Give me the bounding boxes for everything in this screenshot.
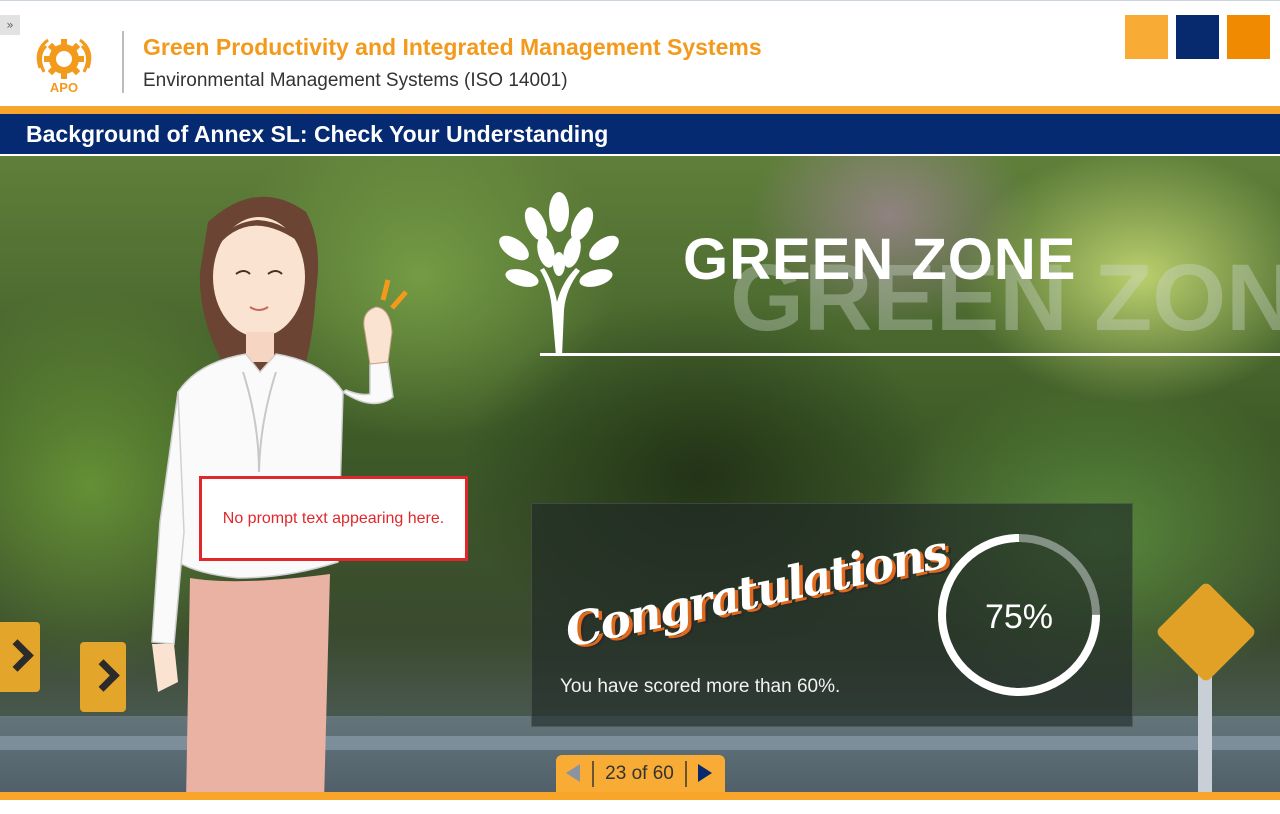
pager-divider <box>685 761 687 787</box>
course-title: Green Productivity and Integrated Manage… <box>143 34 762 60</box>
chevron-sign-icon <box>80 642 126 712</box>
prev-arrow-icon[interactable] <box>566 764 580 782</box>
header-divider <box>122 31 124 93</box>
congratulations-banner: Congratulations <box>560 524 952 658</box>
next-arrow-icon[interactable] <box>698 764 712 782</box>
apo-logo: APO <box>36 38 92 95</box>
color-button-orange[interactable] <box>1227 15 1270 59</box>
prompt-text: No prompt text appearing here. <box>222 509 445 527</box>
logo-text: APO <box>50 80 78 95</box>
zone-title: GREEN ZONE <box>683 227 1077 292</box>
expand-sidebar-toggle[interactable]: » <box>0 15 20 35</box>
score-percentage: 75% <box>984 598 1054 636</box>
chevron-sign-icon <box>0 622 40 692</box>
zone-title-underline <box>540 353 1280 356</box>
slide-pager: 23 of 60 <box>556 755 725 793</box>
course-subtitle: Environmental Management Systems (ISO 14… <box>143 70 568 91</box>
slide-title: Background of Annex SL: Check Your Under… <box>26 121 609 147</box>
color-button-light-orange[interactable] <box>1125 15 1168 59</box>
slide-stage: GREEN ZONE GREEN ZONE <box>0 156 1280 792</box>
top-rule <box>0 0 1280 1</box>
slide-title-bar: Background of Annex SL: Check Your Under… <box>0 114 1280 154</box>
score-result-panel: Congratulations You have scored more tha… <box>531 503 1133 727</box>
curve-warning-sign-icon <box>1155 581 1257 683</box>
score-message: You have scored more than 60%. <box>560 676 841 697</box>
footer-accent-band <box>0 792 1280 800</box>
header-accent-band <box>0 106 1280 114</box>
slide-counter: 23 of 60 <box>605 763 674 784</box>
color-button-navy[interactable] <box>1176 15 1219 59</box>
tree-icon <box>499 192 619 356</box>
prompt-box: No prompt text appearing here. <box>199 476 468 561</box>
